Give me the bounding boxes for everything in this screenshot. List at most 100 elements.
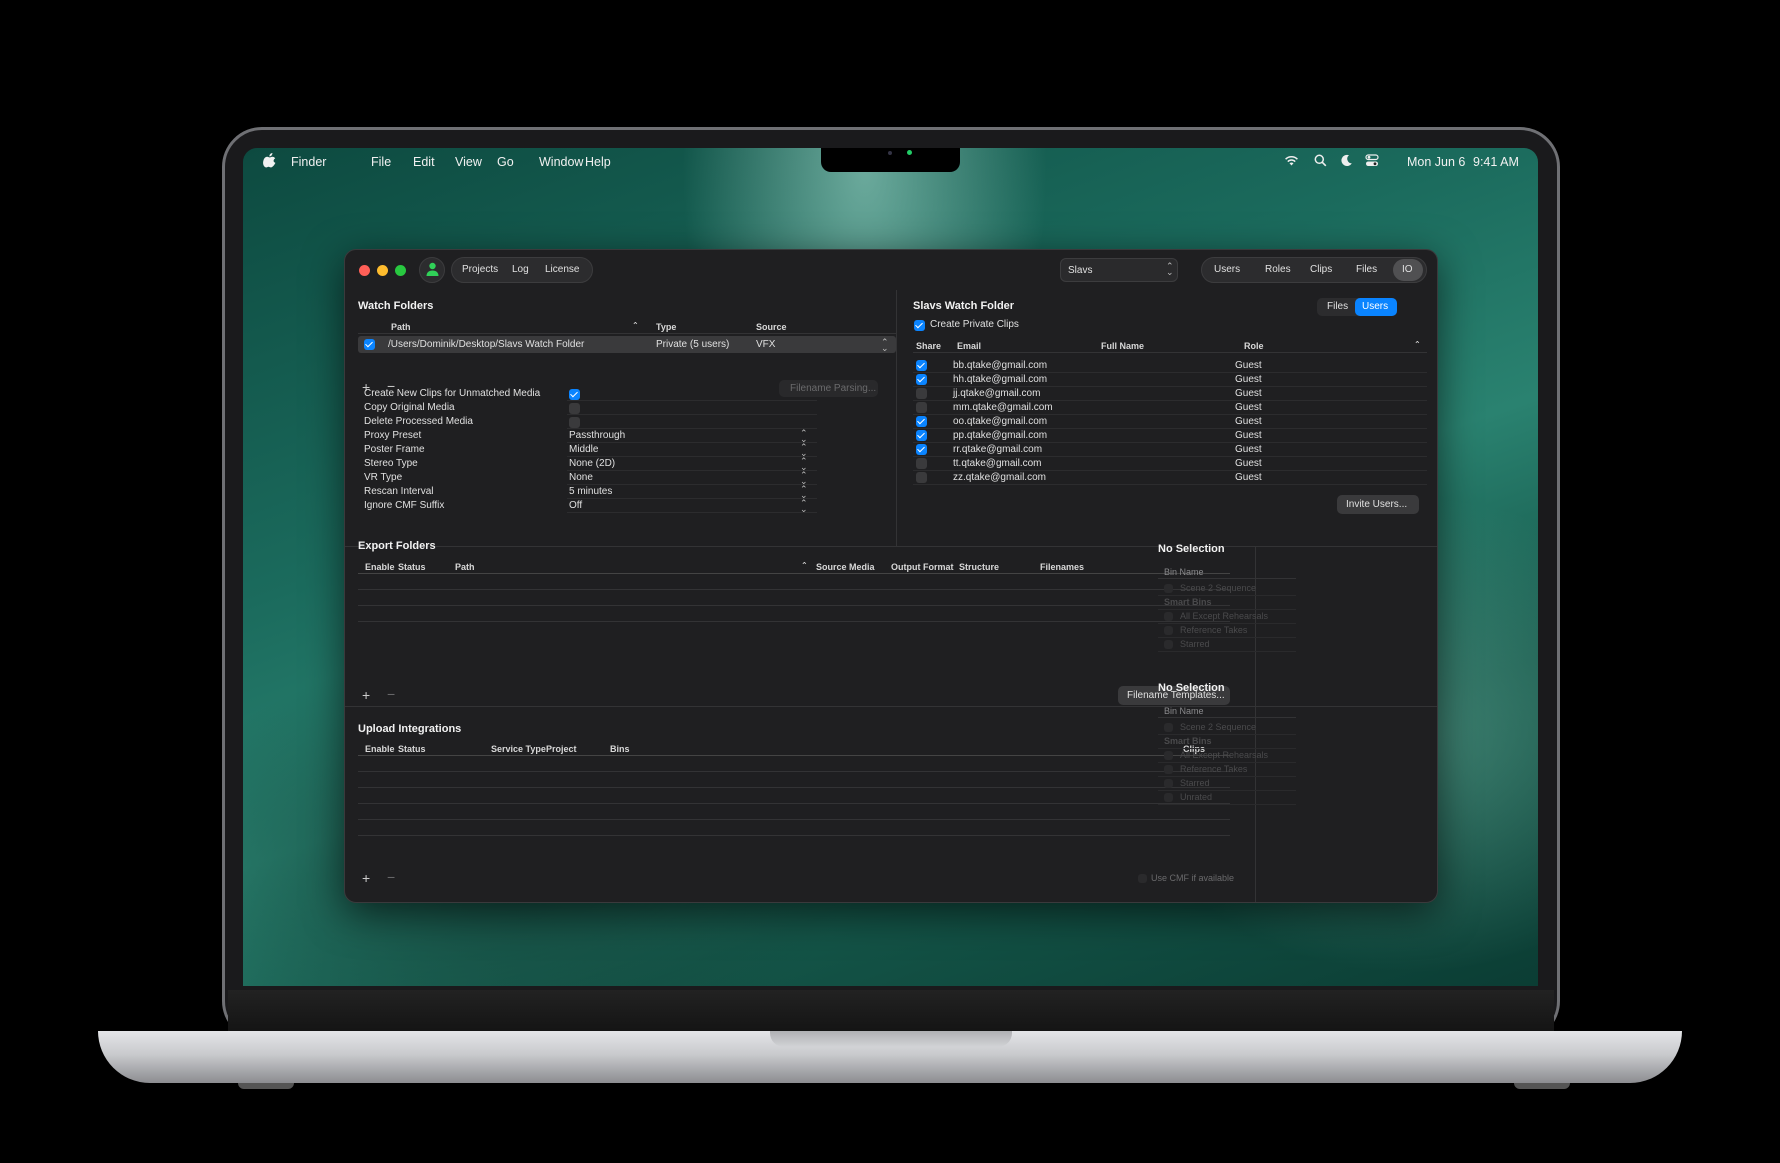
segment-users-selected[interactable]: Users [1355, 298, 1397, 316]
setting-select-value[interactable]: Middle [569, 444, 598, 455]
setting-checkbox[interactable] [569, 403, 580, 414]
col-structure[interactable]: Structure [959, 562, 999, 572]
col-bins[interactable]: Bins [610, 744, 630, 754]
bin-item[interactable]: Reference Takes [1158, 624, 1296, 638]
bin-item[interactable]: Reference Takes [1158, 763, 1296, 777]
col-email[interactable]: Email [957, 341, 981, 351]
col-project[interactable]: Project [546, 744, 577, 754]
tab-files[interactable]: Files [1356, 264, 1377, 275]
add-export-folder-button[interactable]: + [362, 687, 370, 703]
add-integration-button[interactable]: + [362, 870, 370, 886]
remove-integration-button[interactable]: − [387, 869, 395, 885]
menu-help[interactable]: Help [585, 155, 611, 169]
menu-view[interactable]: View [455, 155, 482, 169]
bin-item[interactable]: All Except Rehearsals [1158, 749, 1296, 763]
col-source[interactable]: Source [756, 322, 787, 332]
chevron-updown-icon[interactable]: ⌃ ⌄ [800, 485, 808, 500]
bin-checkbox[interactable] [1164, 584, 1173, 593]
col-path[interactable]: Path [391, 322, 411, 332]
menu-file[interactable]: File [371, 155, 391, 169]
col-type[interactable]: Type [656, 322, 676, 332]
user-row[interactable]: mm.qtake@gmail.com Guest [913, 401, 1427, 415]
tab-clips[interactable]: Clips [1310, 264, 1332, 275]
bin-checkbox[interactable] [1164, 626, 1173, 635]
project-select[interactable]: Slavs ⌃ ⌄ [1060, 258, 1178, 282]
bin-item[interactable]: All Except Rehearsals [1158, 610, 1296, 624]
bin-checkbox[interactable] [1164, 612, 1173, 621]
col-output-format[interactable]: Output Format [891, 562, 954, 572]
bin-item[interactable]: Scene 2 Sequence [1158, 721, 1296, 735]
create-private-clips-checkbox[interactable] [914, 320, 925, 331]
bin-checkbox[interactable] [1164, 793, 1173, 802]
user-row[interactable]: pp.qtake@gmail.com Guest [913, 429, 1427, 443]
share-checkbox[interactable] [916, 416, 927, 427]
remove-export-folder-button[interactable]: − [387, 686, 395, 702]
setting-select-value[interactable]: Passthrough [569, 430, 625, 441]
sort-ascending-icon[interactable]: ⌃ [1414, 340, 1421, 349]
close-window-button[interactable] [359, 265, 370, 276]
tab-license[interactable]: License [545, 264, 579, 275]
setting-checkbox[interactable] [569, 389, 580, 400]
bin-item[interactable]: Smart Bins [1158, 596, 1296, 610]
share-checkbox[interactable] [916, 388, 927, 399]
col-share[interactable]: Share [916, 341, 941, 351]
col-path[interactable]: Path [455, 562, 475, 572]
user-row[interactable]: rr.qtake@gmail.com Guest [913, 443, 1427, 457]
setting-checkbox[interactable] [569, 417, 580, 428]
zoom-window-button[interactable] [395, 265, 406, 276]
user-row[interactable]: oo.qtake@gmail.com Guest [913, 415, 1427, 429]
setting-select-value[interactable]: Off [569, 500, 582, 511]
tab-log[interactable]: Log [512, 264, 529, 275]
share-checkbox[interactable] [916, 444, 927, 455]
tab-roles[interactable]: Roles [1265, 264, 1291, 275]
setting-select-value[interactable]: None [569, 472, 593, 483]
share-checkbox[interactable] [916, 458, 927, 469]
menu-date[interactable]: Mon Jun 6 [1407, 155, 1465, 169]
wifi-icon[interactable] [1284, 154, 1299, 169]
chevron-updown-icon[interactable]: ⌃ ⌄ [881, 338, 889, 353]
bin-item[interactable]: Starred [1158, 638, 1296, 652]
bin-checkbox[interactable] [1164, 751, 1173, 760]
chevron-updown-icon[interactable]: ⌃ ⌄ [800, 499, 808, 514]
tab-users[interactable]: Users [1214, 264, 1240, 275]
setting-select-value[interactable]: 5 minutes [569, 486, 612, 497]
share-checkbox[interactable] [916, 374, 927, 385]
menu-finder[interactable]: Finder [291, 155, 326, 169]
user-row[interactable]: bb.qtake@gmail.com Guest [913, 359, 1427, 373]
menu-time[interactable]: 9:41 AM [1473, 155, 1519, 169]
share-checkbox[interactable] [916, 360, 927, 371]
bin-checkbox[interactable] [1164, 723, 1173, 732]
bin-item[interactable]: Scene 2 Sequence [1158, 582, 1296, 596]
moon-icon[interactable] [1340, 154, 1353, 170]
bin-checkbox[interactable] [1164, 640, 1173, 649]
control-center-icon[interactable] [1365, 154, 1379, 170]
sort-ascending-icon[interactable]: ⌃ [632, 321, 639, 330]
chevron-updown-icon[interactable]: ⌃ ⌄ [800, 471, 808, 486]
col-full-name[interactable]: Full Name [1101, 341, 1144, 351]
col-enable[interactable]: Enable [365, 744, 395, 754]
user-row[interactable]: tt.qtake@gmail.com Guest [913, 457, 1427, 471]
use-cmf-checkbox[interactable] [1138, 874, 1147, 883]
chevron-updown-icon[interactable]: ⌃ ⌄ [800, 457, 808, 472]
search-icon[interactable] [1314, 154, 1327, 170]
setting-select-value[interactable]: None (2D) [569, 458, 615, 469]
user-avatar-button[interactable] [419, 257, 445, 283]
segment-files[interactable]: Files [1327, 301, 1348, 312]
user-row[interactable]: hh.qtake@gmail.com Guest [913, 373, 1427, 387]
watch-folder-row[interactable]: /Users/Dominik/Desktop/Slavs Watch Folde… [358, 336, 896, 353]
col-status[interactable]: Status [398, 562, 426, 572]
col-enable[interactable]: Enable [365, 562, 395, 572]
bin-item[interactable]: Smart Bins [1158, 735, 1296, 749]
chevron-updown-icon[interactable]: ⌃ ⌄ [800, 443, 808, 458]
col-service-type[interactable]: Service Type [491, 744, 546, 754]
bin-item[interactable]: Unrated [1158, 791, 1296, 805]
tab-projects[interactable]: Projects [462, 264, 498, 275]
menu-window[interactable]: Window [539, 155, 583, 169]
col-status[interactable]: Status [398, 744, 426, 754]
col-filenames[interactable]: Filenames [1040, 562, 1084, 572]
chevron-updown-icon[interactable]: ⌃ ⌄ [800, 429, 808, 444]
bin-item[interactable]: Starred [1158, 777, 1296, 791]
col-role[interactable]: Role [1244, 341, 1264, 351]
invite-users-button[interactable]: Invite Users... [1337, 495, 1419, 514]
menu-edit[interactable]: Edit [413, 155, 435, 169]
